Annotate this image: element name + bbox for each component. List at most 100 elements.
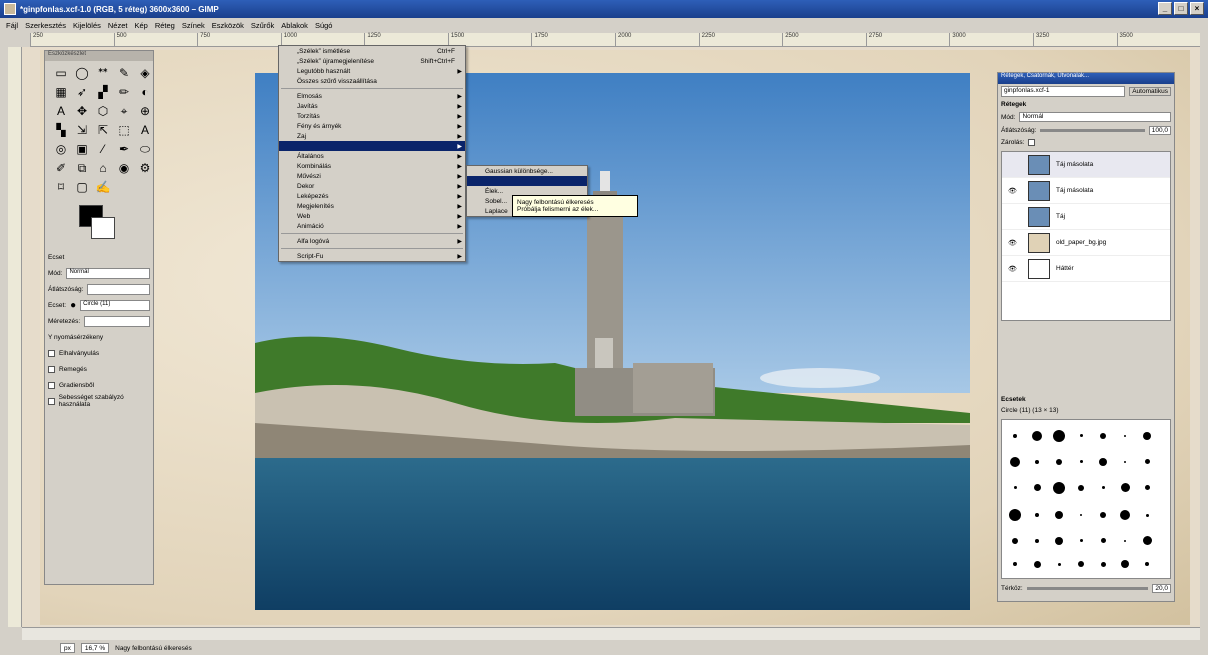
tool-icon[interactable]: ᕯ xyxy=(95,65,111,81)
filters-menu-item[interactable]: Művészi ▶ xyxy=(279,171,465,181)
option-label[interactable]: Elhalványulás xyxy=(59,350,99,357)
horizontal-scrollbar[interactable] xyxy=(22,627,1200,640)
menu-5[interactable]: Réteg xyxy=(155,21,175,30)
menu-3[interactable]: Nézet xyxy=(108,21,128,30)
option-label[interactable]: Gradiensből xyxy=(59,382,94,389)
brush-preview-icon[interactable] xyxy=(1115,554,1135,575)
filters-menu-item[interactable]: Leképezés ▶ xyxy=(279,191,465,201)
brush-preview-icon[interactable] xyxy=(1093,554,1113,575)
menu-7[interactable]: Eszközök xyxy=(212,21,244,30)
layer-row[interactable]: 👁 Háttér xyxy=(1002,256,1170,282)
filters-menu-item[interactable]: Általános ▶ xyxy=(279,151,465,161)
tool-icon[interactable]: ▞ xyxy=(95,84,111,100)
filters-menu-item[interactable]: „Szélek” ismétlése Ctrl+F xyxy=(279,46,465,56)
close-button[interactable]: × xyxy=(1190,2,1204,15)
option-checkbox[interactable] xyxy=(48,365,55,373)
tool-icon[interactable]: ⊕ xyxy=(137,103,153,119)
auto-button[interactable]: Automatikus xyxy=(1129,87,1171,96)
layer-row[interactable]: 👁 Táj másolata xyxy=(1002,178,1170,204)
tool-icon[interactable]: ▭ xyxy=(53,65,69,81)
tool-icon[interactable]: ⬡ xyxy=(95,103,111,119)
filters-menu-item[interactable]: Dekor ▶ xyxy=(279,181,465,191)
tool-icon[interactable]: ✥ xyxy=(74,103,90,119)
brush-preview-icon[interactable] xyxy=(1005,450,1025,473)
visibility-eye-icon[interactable]: 👁 xyxy=(1008,239,1022,247)
visibility-eye-icon[interactable]: 👁 xyxy=(1008,187,1022,195)
brush-preview-icon[interactable] xyxy=(1137,450,1157,473)
tool-icon[interactable]: ⇲ xyxy=(74,122,90,138)
option-checkbox[interactable] xyxy=(48,397,55,405)
zoom-select[interactable]: 16,7 % xyxy=(80,643,110,653)
filters-menu-item[interactable]: Script-Fu ▶ xyxy=(279,251,465,261)
tool-icon[interactable]: ▚ xyxy=(53,122,69,138)
filters-menu-item[interactable]: „Szélek” újramegjelenítése Shift+Ctrl+F xyxy=(279,56,465,66)
brush-preview-icon[interactable] xyxy=(1071,475,1091,500)
scale-slider[interactable] xyxy=(84,315,150,327)
tool-icon[interactable]: ⇱ xyxy=(95,122,111,138)
pressure-label[interactable]: Y nyomásérzékeny xyxy=(48,334,103,341)
tool-icon[interactable]: ✎ xyxy=(116,65,132,81)
filters-menu-item[interactable]: Web ▶ xyxy=(279,211,465,221)
lock-checkbox[interactable] xyxy=(1028,139,1036,146)
brush-preview-icon[interactable] xyxy=(1027,450,1047,473)
brush-preview-icon[interactable] xyxy=(1027,502,1047,527)
menu-8[interactable]: Szűrők xyxy=(251,21,274,30)
brush-preview-icon[interactable] xyxy=(1005,475,1025,500)
spacing-value[interactable]: 20,0 xyxy=(1152,584,1171,593)
brush-preview-icon[interactable] xyxy=(1093,530,1113,552)
brush-preview-icon[interactable] xyxy=(1049,475,1069,500)
brush-preview-icon[interactable] xyxy=(1093,475,1113,500)
brush-preview-icon[interactable] xyxy=(1005,530,1025,552)
brush-preview-icon[interactable] xyxy=(1093,423,1113,448)
brush-preview-icon[interactable] xyxy=(1005,423,1025,448)
option-checkbox[interactable] xyxy=(48,349,55,357)
tool-icon[interactable]: ⚙ xyxy=(137,160,153,176)
brush-preview-icon[interactable] xyxy=(1049,530,1069,552)
tool-icon[interactable]: ➶ xyxy=(74,84,90,100)
menu-9[interactable]: Ablakok xyxy=(281,21,308,30)
brush-preview-icon[interactable] xyxy=(1027,423,1047,448)
filters-menu-item[interactable]: Legutóbb használt ▶ xyxy=(279,66,465,76)
brush-preview-icon[interactable] xyxy=(1115,530,1135,552)
maximize-button[interactable]: □ xyxy=(1174,2,1188,15)
mode-select[interactable]: Normál xyxy=(66,267,150,279)
layer-mode-select[interactable]: Normál xyxy=(1019,112,1171,122)
background-color-swatch[interactable] xyxy=(91,217,115,239)
brush-preview-icon[interactable] xyxy=(1137,530,1157,552)
brush-preview-icon[interactable] xyxy=(1027,530,1047,552)
filters-menu-item[interactable]: Zaj ▶ xyxy=(279,131,465,141)
brush-preview-icon[interactable] xyxy=(1071,423,1091,448)
menu-10[interactable]: Súgó xyxy=(315,21,333,30)
layer-row[interactable]: Táj xyxy=(1002,204,1170,230)
layer-opacity-value[interactable]: 100,0 xyxy=(1148,126,1171,135)
brush-preview-icon[interactable]: ● xyxy=(70,300,76,311)
brush-preview-icon[interactable] xyxy=(1071,450,1091,473)
tool-icon[interactable]: ⌖ xyxy=(116,103,132,119)
menu-4[interactable]: Kép xyxy=(134,21,147,30)
brush-preview-icon[interactable] xyxy=(1115,450,1135,473)
tool-icon[interactable]: ◎ xyxy=(53,141,69,157)
menu-2[interactable]: Kijelölés xyxy=(73,21,101,30)
filters-menu-item[interactable]: Összes szűrő visszaállítása xyxy=(279,76,465,86)
layer-row[interactable]: 👁 old_paper_bg.jpg xyxy=(1002,230,1170,256)
tool-icon[interactable]: ▣ xyxy=(74,141,90,157)
horizontal-ruler[interactable]: 250 500 750 1000 1250 1500 1750 2000 2250 2500 275… xyxy=(30,33,1200,47)
tool-icon[interactable]: ✍ xyxy=(95,179,111,195)
tool-icon[interactable]: ▢ xyxy=(74,179,90,195)
opacity-slider[interactable] xyxy=(87,283,150,295)
filters-menu-item[interactable]: Fény és árnyék ▶ xyxy=(279,121,465,131)
filters-menu-item[interactable]: Torzítás ▶ xyxy=(279,111,465,121)
brush-preview-icon[interactable] xyxy=(1137,502,1157,527)
tool-icon[interactable]: ◉ xyxy=(116,160,132,176)
unit-select[interactable]: px xyxy=(60,643,75,653)
tool-icon[interactable]: ◐ xyxy=(137,84,153,100)
tool-icon[interactable]: ⌂ xyxy=(95,160,111,176)
brush-preview-icon[interactable] xyxy=(1049,554,1069,575)
minimize-button[interactable]: _ xyxy=(1158,2,1172,15)
menu-0[interactable]: Fájl xyxy=(6,21,18,30)
filters-menu-item[interactable]: Alfa logóvá ▶ xyxy=(279,236,465,246)
tool-icon[interactable]: ⬚ xyxy=(116,122,132,138)
vertical-ruler[interactable] xyxy=(8,47,22,627)
menu-1[interactable]: Szerkesztés xyxy=(25,21,66,30)
filters-menu-item[interactable]: ▶ xyxy=(279,141,465,151)
